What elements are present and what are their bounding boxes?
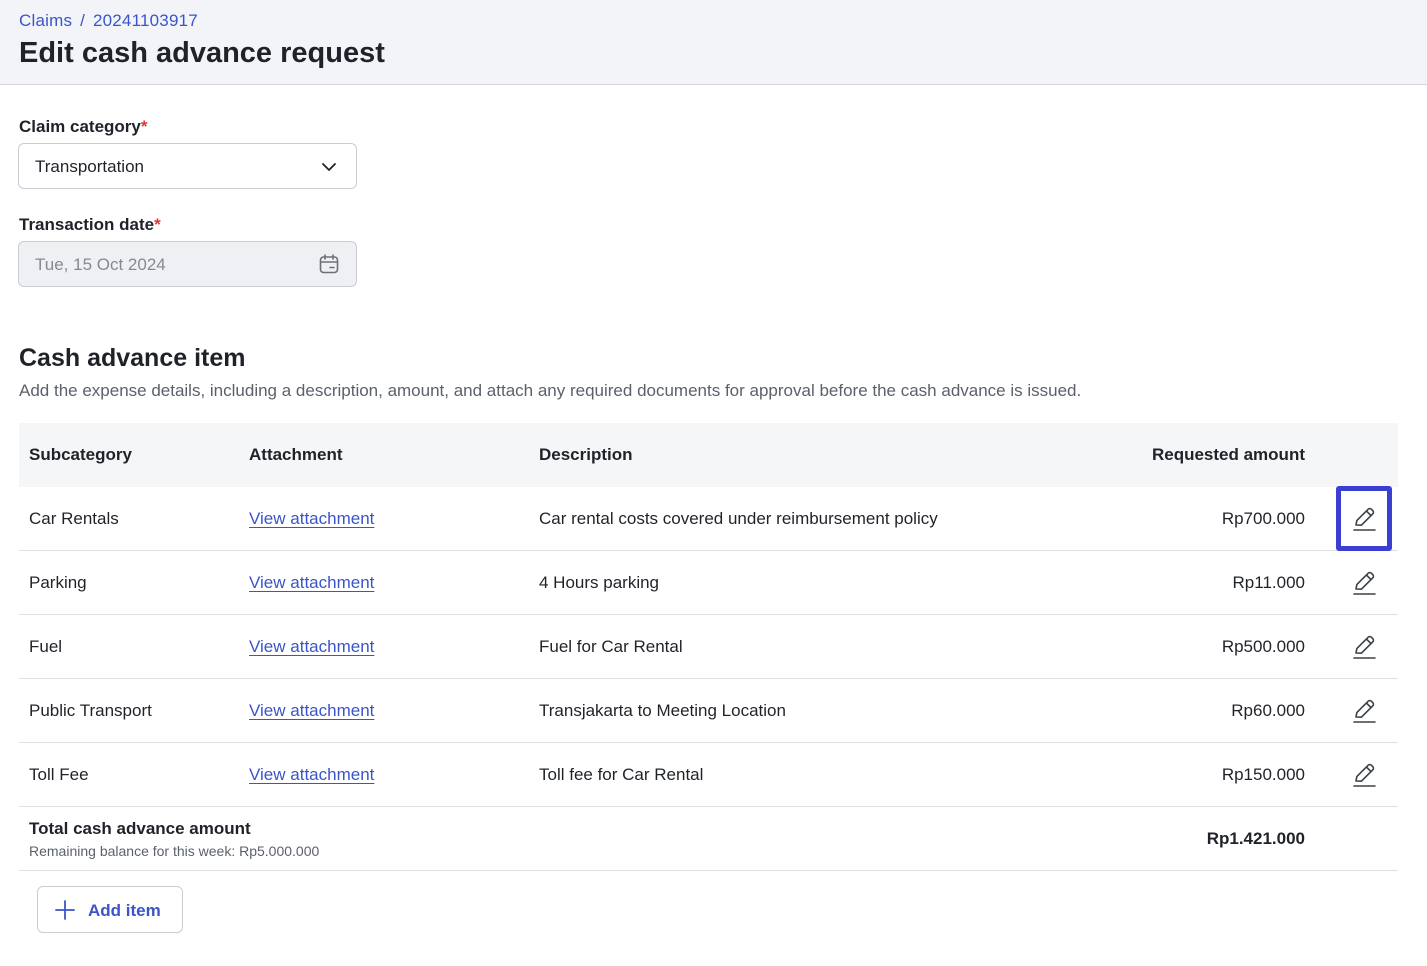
total-row: Total cash advance amount Remaining bala… xyxy=(19,807,1398,871)
row-subcategory: Public Transport xyxy=(29,701,152,720)
table-row: Car Rentals View attachment Car rental c… xyxy=(19,486,1398,551)
claim-category-label: Claim category* xyxy=(19,117,148,136)
pencil-icon xyxy=(1353,571,1376,595)
view-attachment-link[interactable]: View attachment xyxy=(249,701,374,721)
row-amount: Rp60.000 xyxy=(1231,701,1305,720)
breadcrumb: Claims / 20241103917 xyxy=(19,11,198,31)
required-mark: * xyxy=(140,117,148,136)
row-amount: Rp700.000 xyxy=(1221,509,1305,528)
chevron-down-icon xyxy=(322,163,336,171)
required-mark: * xyxy=(154,215,161,234)
transaction-date-value: Tue, 15 Oct 2024 xyxy=(35,255,166,274)
edit-item-button[interactable] xyxy=(1336,486,1392,551)
view-attachment-link[interactable]: View attachment xyxy=(249,637,374,657)
table-row: Fuel View attachment Fuel for Car Rental… xyxy=(19,615,1398,679)
row-description: 4 Hours parking xyxy=(539,573,660,592)
row-description: Fuel for Car Rental xyxy=(539,637,683,656)
view-attachment-link[interactable]: View attachment xyxy=(249,573,374,593)
pencil-icon xyxy=(1353,763,1376,787)
breadcrumb-current: 20241103917 xyxy=(92,11,198,30)
plus-icon xyxy=(55,900,75,920)
row-description: Transjakarta to Meeting Location xyxy=(539,701,786,720)
breadcrumb-separator: / xyxy=(80,11,86,30)
row-description: Car rental costs covered under reimburse… xyxy=(539,509,938,528)
table-row: Public Transport View attachment Transja… xyxy=(19,679,1398,743)
row-subcategory: Parking xyxy=(29,573,87,592)
row-amount: Rp150.000 xyxy=(1221,765,1305,784)
total-amount: Rp1.421.000 xyxy=(1206,829,1305,848)
section-description: Add the expense details, including a des… xyxy=(19,381,1082,400)
section-title: Cash advance item xyxy=(19,344,246,372)
row-subcategory: Fuel xyxy=(29,637,63,656)
edit-item-button[interactable] xyxy=(1337,679,1391,742)
header-requested-amount: Requested amount xyxy=(1151,445,1305,464)
row-subcategory: Car Rentals xyxy=(29,509,119,528)
edit-item-button[interactable] xyxy=(1337,615,1391,678)
transaction-date-label: Transaction date* xyxy=(19,215,161,234)
total-label: Total cash advance amount xyxy=(29,819,251,838)
edit-item-button[interactable] xyxy=(1337,743,1391,806)
row-amount: Rp500.000 xyxy=(1221,637,1305,656)
row-subcategory: Toll Fee xyxy=(29,765,89,784)
pencil-icon xyxy=(1353,507,1376,531)
header-attachment: Attachment xyxy=(249,445,343,464)
claim-category-value: Transportation xyxy=(35,157,144,176)
header-subcategory: Subcategory xyxy=(29,445,132,464)
add-item-button[interactable]: Add item xyxy=(37,886,183,933)
breadcrumb-claims-link[interactable]: Claims xyxy=(19,11,72,30)
calendar-icon xyxy=(319,254,339,274)
add-item-label: Add item xyxy=(88,901,161,920)
cash-advance-table: Subcategory Attachment Description Reque… xyxy=(19,423,1398,871)
row-description: Toll fee for Car Rental xyxy=(539,765,704,784)
remaining-balance-text: Remaining balance for this week: Rp5.000… xyxy=(29,843,320,859)
header-description: Description xyxy=(539,445,633,464)
page-title: Edit cash advance request xyxy=(19,37,385,69)
page-header: Claims / 20241103917 Edit cash advance r… xyxy=(0,0,1427,85)
table-header: Subcategory Attachment Description Reque… xyxy=(19,423,1398,487)
row-amount: Rp11.000 xyxy=(1232,573,1305,592)
edit-item-button[interactable] xyxy=(1337,551,1391,614)
view-attachment-link[interactable]: View attachment xyxy=(249,765,374,785)
table-row: Toll Fee View attachment Toll fee for Ca… xyxy=(19,743,1398,807)
pencil-icon xyxy=(1353,699,1376,723)
claim-category-select[interactable]: Transportation xyxy=(18,143,357,189)
table-row: Parking View attachment 4 Hours parking … xyxy=(19,551,1398,615)
pencil-icon xyxy=(1353,635,1376,659)
transaction-date-field: Tue, 15 Oct 2024 xyxy=(18,241,357,287)
view-attachment-link[interactable]: View attachment xyxy=(249,509,374,529)
